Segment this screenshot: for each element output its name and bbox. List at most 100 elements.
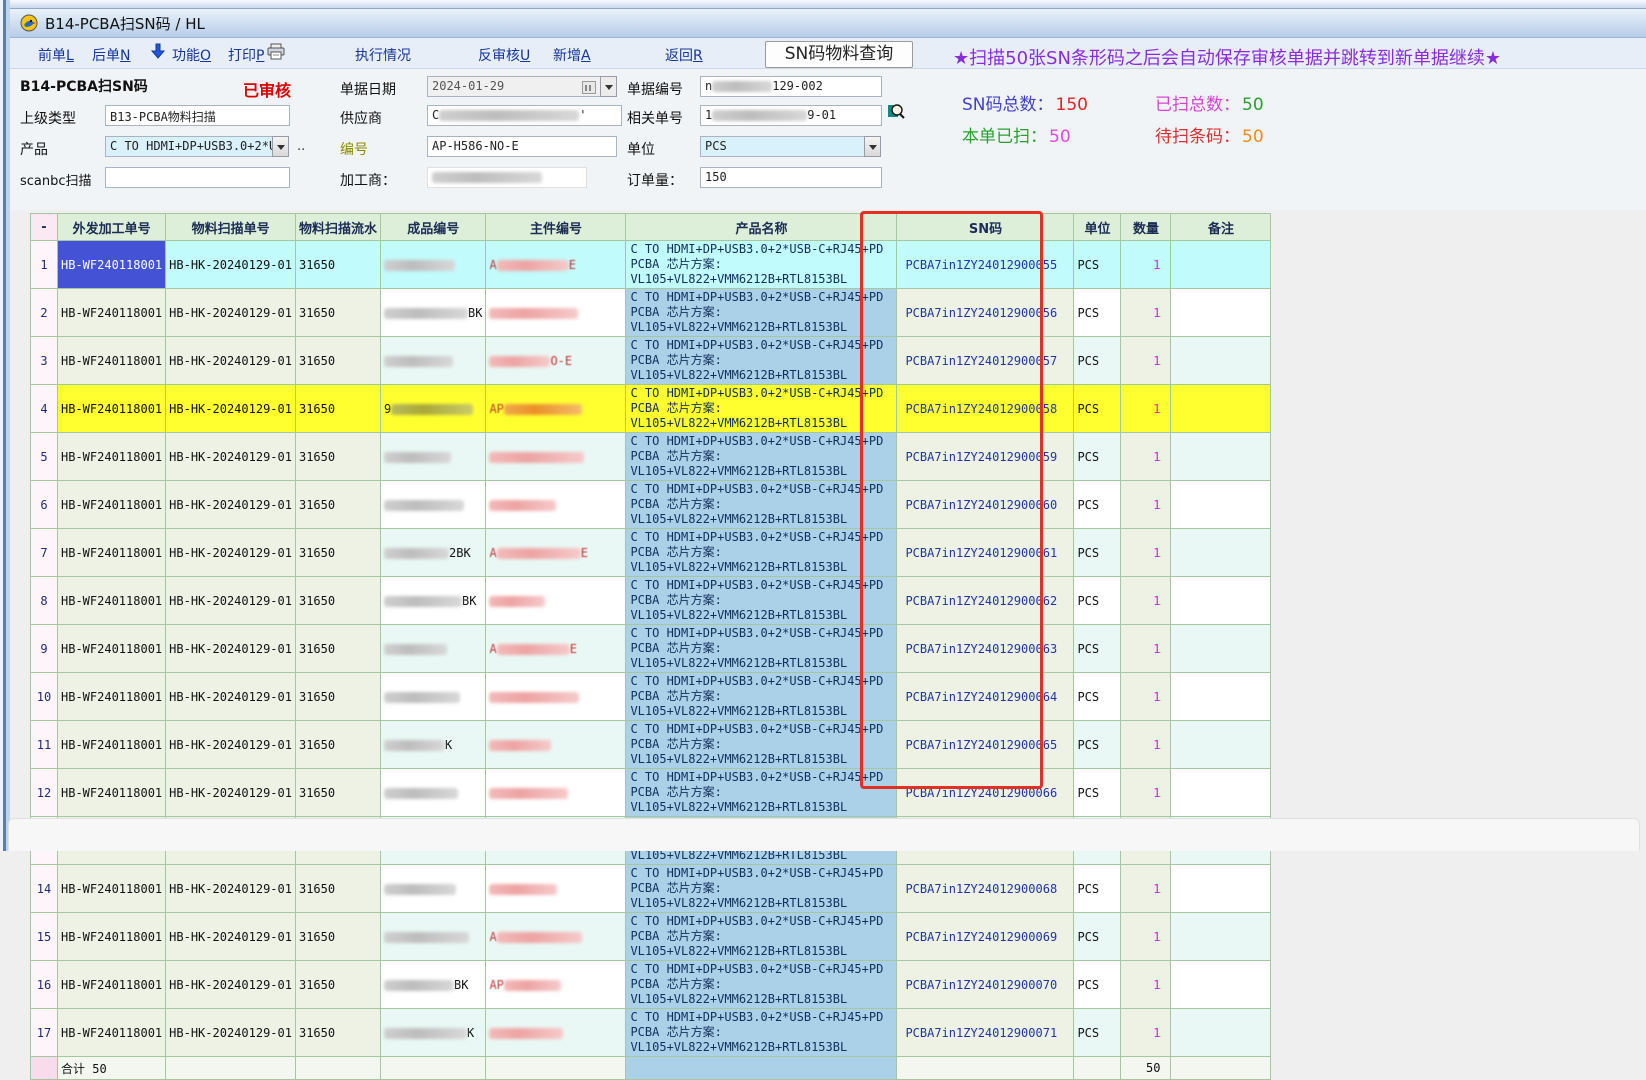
cell-scan-no[interactable]: HB-HK-20240129-01: [166, 1009, 296, 1057]
toolbar-item-add-new[interactable]: 新增A: [553, 45, 591, 65]
cell-qty[interactable]: 1: [1121, 865, 1171, 913]
cell-product-name[interactable]: C TO HDMI+DP+USB3.0+2*USB-C+RJ45+PD PCBA…: [626, 721, 897, 769]
cell-qty[interactable]: 1: [1121, 913, 1171, 961]
toolbar-item-functions[interactable]: 功能O: [172, 45, 211, 65]
product-more-dots[interactable]: ..: [297, 139, 305, 154]
cell-product-name[interactable]: C TO HDMI+DP+USB3.0+2*USB-C+RJ45+PD PCBA…: [626, 625, 897, 673]
cell-main-part[interactable]: [486, 577, 626, 625]
cell-sn[interactable]: PCBA7in1ZY24012900061: [897, 529, 1074, 577]
cell-serial[interactable]: 31650: [295, 577, 380, 625]
cell-product-code[interactable]: BK: [381, 577, 486, 625]
cell-note[interactable]: [1171, 481, 1271, 529]
cell-scan-no[interactable]: HB-HK-20240129-01: [166, 433, 296, 481]
cell-scan-no[interactable]: HB-HK-20240129-01: [166, 769, 296, 817]
cell-wf-order[interactable]: HB-WF240118001: [58, 337, 166, 385]
cell-product-name[interactable]: C TO HDMI+DP+USB3.0+2*USB-C+RJ45+PD PCBA…: [626, 1009, 897, 1057]
cell-wf-order[interactable]: HB-WF240118001: [58, 769, 166, 817]
cell-qty[interactable]: 1: [1121, 529, 1171, 577]
supplier-field[interactable]: C': [427, 105, 622, 126]
cell-qty[interactable]: 1: [1121, 337, 1171, 385]
cell-row-no[interactable]: 9: [31, 625, 58, 673]
cell-note[interactable]: [1171, 673, 1271, 721]
cell-scan-no[interactable]: HB-HK-20240129-01: [166, 721, 296, 769]
cell-row-no[interactable]: 15: [31, 913, 58, 961]
cell-main-part[interactable]: [486, 769, 626, 817]
cell-sn[interactable]: PCBA7in1ZY24012900062: [897, 577, 1074, 625]
cell-product-name[interactable]: C TO HDMI+DP+USB3.0+2*USB-C+RJ45+PD PCBA…: [626, 961, 897, 1009]
cell-product-code[interactable]: 9: [381, 385, 486, 433]
cell-main-part[interactable]: [486, 673, 626, 721]
cell-row-no[interactable]: 4: [31, 385, 58, 433]
cell-sn[interactable]: PCBA7in1ZY24012900068: [897, 865, 1074, 913]
cell-main-part[interactable]: [486, 1009, 626, 1057]
cell-scan-no[interactable]: HB-HK-20240129-01: [166, 673, 296, 721]
cell-row-no[interactable]: 1: [31, 241, 58, 289]
toolbar-item-print[interactable]: 打印P: [228, 45, 264, 65]
cell-sn[interactable]: PCBA7in1ZY24012900071: [897, 1009, 1074, 1057]
cell-unit[interactable]: PCS: [1074, 913, 1121, 961]
product-combo[interactable]: C TO HDMI+DP+USB3.0+2*USB-C+: [105, 136, 273, 157]
cell-qty[interactable]: 1: [1121, 1009, 1171, 1057]
cell-wf-order[interactable]: HB-WF240118001: [58, 529, 166, 577]
cell-unit[interactable]: PCS: [1074, 673, 1121, 721]
cell-wf-order[interactable]: HB-WF240118001: [58, 865, 166, 913]
cell-row-no[interactable]: 7: [31, 529, 58, 577]
cell-product-code[interactable]: [381, 337, 486, 385]
cell-serial[interactable]: 31650: [295, 289, 380, 337]
cell-scan-no[interactable]: HB-HK-20240129-01: [166, 577, 296, 625]
cell-unit[interactable]: PCS: [1074, 721, 1121, 769]
cell-note[interactable]: [1171, 433, 1271, 481]
cell-sn[interactable]: PCBA7in1ZY24012900066: [897, 769, 1074, 817]
cell-qty[interactable]: 1: [1121, 673, 1171, 721]
cell-main-part[interactable]: AE: [486, 241, 626, 289]
cell-unit[interactable]: PCS: [1074, 865, 1121, 913]
cell-unit[interactable]: PCS: [1074, 769, 1121, 817]
cell-unit[interactable]: PCS: [1074, 289, 1121, 337]
toolbar-item-prev-doc[interactable]: 前单L: [38, 45, 74, 65]
cell-unit[interactable]: PCS: [1074, 577, 1121, 625]
cell-unit[interactable]: PCS: [1074, 961, 1121, 1009]
cell-product-code[interactable]: 2BK: [381, 529, 486, 577]
cell-note[interactable]: [1171, 577, 1271, 625]
toolbar-item-exec-status[interactable]: 执行情况: [355, 45, 411, 65]
cell-note[interactable]: [1171, 721, 1271, 769]
cell-qty[interactable]: 1: [1121, 721, 1171, 769]
cell-qty[interactable]: 1: [1121, 289, 1171, 337]
cell-note[interactable]: [1171, 865, 1271, 913]
cell-qty[interactable]: 1: [1121, 385, 1171, 433]
cell-qty[interactable]: 1: [1121, 433, 1171, 481]
doc-date-dropdown-arrow[interactable]: [600, 76, 617, 97]
cell-unit[interactable]: PCS: [1074, 337, 1121, 385]
cell-wf-order[interactable]: HB-WF240118001: [58, 481, 166, 529]
cell-qty[interactable]: 1: [1121, 577, 1171, 625]
cell-wf-order[interactable]: HB-WF240118001: [58, 721, 166, 769]
sn-material-query-button[interactable]: SN码物料查询: [765, 41, 913, 68]
cell-wf-order[interactable]: HB-WF240118001: [58, 625, 166, 673]
cell-row-no[interactable]: 5: [31, 433, 58, 481]
related-no-field[interactable]: 19-01: [700, 105, 882, 126]
product-dropdown-arrow[interactable]: [272, 136, 289, 157]
cell-product-name[interactable]: C TO HDMI+DP+USB3.0+2*USB-C+RJ45+PD PCBA…: [626, 433, 897, 481]
cell-sn[interactable]: PCBA7in1ZY24012900060: [897, 481, 1074, 529]
cell-product-code[interactable]: [381, 913, 486, 961]
cell-unit[interactable]: PCS: [1074, 481, 1121, 529]
cell-qty[interactable]: 1: [1121, 625, 1171, 673]
cell-product-code[interactable]: K: [381, 1009, 486, 1057]
cell-scan-no[interactable]: HB-HK-20240129-01: [166, 529, 296, 577]
cell-product-code[interactable]: BK: [381, 961, 486, 1009]
cell-unit[interactable]: PCS: [1074, 625, 1121, 673]
cell-product-name[interactable]: C TO HDMI+DP+USB3.0+2*USB-C+RJ45+PD PCBA…: [626, 769, 897, 817]
cell-main-part[interactable]: AE: [486, 529, 626, 577]
cell-sn[interactable]: PCBA7in1ZY24012900055: [897, 241, 1074, 289]
cell-scan-no[interactable]: HB-HK-20240129-01: [166, 337, 296, 385]
unit-dropdown-arrow[interactable]: [864, 136, 881, 157]
cell-sn[interactable]: PCBA7in1ZY24012900069: [897, 913, 1074, 961]
cell-product-code[interactable]: [381, 769, 486, 817]
cell-serial[interactable]: 31650: [295, 913, 380, 961]
cell-note[interactable]: [1171, 961, 1271, 1009]
cell-product-name[interactable]: C TO HDMI+DP+USB3.0+2*USB-C+RJ45+PD PCBA…: [626, 577, 897, 625]
toolbar-item-next-doc[interactable]: 后单N: [92, 45, 130, 65]
cell-unit[interactable]: PCS: [1074, 433, 1121, 481]
cell-main-part[interactable]: O-E: [486, 337, 626, 385]
cell-qty[interactable]: 1: [1121, 961, 1171, 1009]
